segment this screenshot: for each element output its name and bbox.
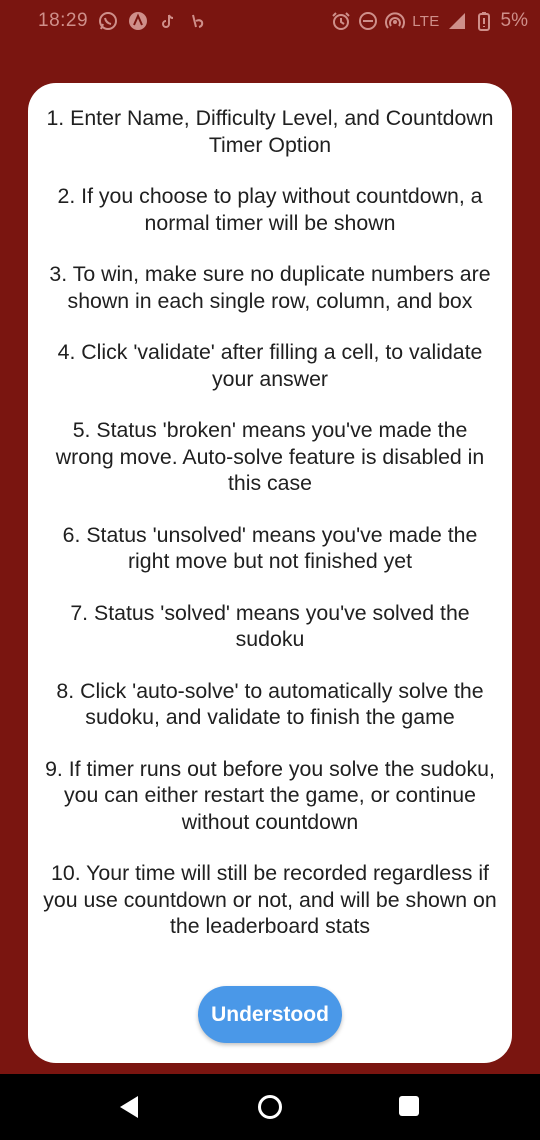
rule-10: 10. Your time will still be recorded reg… bbox=[43, 861, 497, 938]
rule-9: 9. If timer runs out before you solve th… bbox=[45, 756, 495, 834]
home-icon[interactable] bbox=[257, 1094, 283, 1120]
status-left: 18:29 bbox=[38, 10, 208, 32]
alarm-icon bbox=[331, 11, 351, 31]
hotspot-icon bbox=[385, 11, 406, 31]
shopee-icon bbox=[188, 11, 208, 31]
rule-7: 7. Status 'solved' means you've solved t… bbox=[70, 600, 470, 652]
app-a-icon bbox=[128, 11, 148, 31]
status-time: 18:29 bbox=[38, 10, 89, 31]
instructions-dialog: 1. Enter Name, Difficulty Level, and Cou… bbox=[28, 83, 512, 1063]
dnd-icon bbox=[358, 11, 378, 31]
back-icon[interactable] bbox=[117, 1094, 141, 1120]
network-type: LTE bbox=[412, 12, 440, 30]
navigation-bar bbox=[0, 1074, 540, 1140]
rule-5: 5. Status 'broken' means you've made the… bbox=[55, 418, 485, 495]
battery-percent: 5% bbox=[500, 10, 528, 31]
tiktok-icon bbox=[158, 11, 178, 31]
battery-icon bbox=[474, 11, 494, 31]
whatsapp-icon bbox=[98, 11, 118, 31]
rule-2: 2. If you choose to play without countdo… bbox=[57, 184, 483, 235]
signal-icon bbox=[447, 11, 467, 31]
rules-list: 1. Enter Name, Difficulty Level, and Cou… bbox=[28, 105, 512, 965]
recents-icon[interactable] bbox=[397, 1094, 421, 1118]
rule-4: 4. Click 'validate' after filling a cell… bbox=[57, 340, 483, 391]
rule-8: 8. Click 'auto-solve' to automatically s… bbox=[56, 678, 484, 730]
rule-1: 1. Enter Name, Difficulty Level, and Cou… bbox=[46, 106, 494, 157]
status-right: LTE 5% bbox=[331, 10, 528, 32]
understood-button[interactable]: Understood bbox=[198, 986, 342, 1043]
rule-6: 6. Status 'unsolved' means you've made t… bbox=[62, 522, 478, 574]
rule-3: 3. To win, make sure no duplicate number… bbox=[49, 262, 491, 313]
status-bar: 18:29 LTE 5% bbox=[0, 0, 540, 44]
